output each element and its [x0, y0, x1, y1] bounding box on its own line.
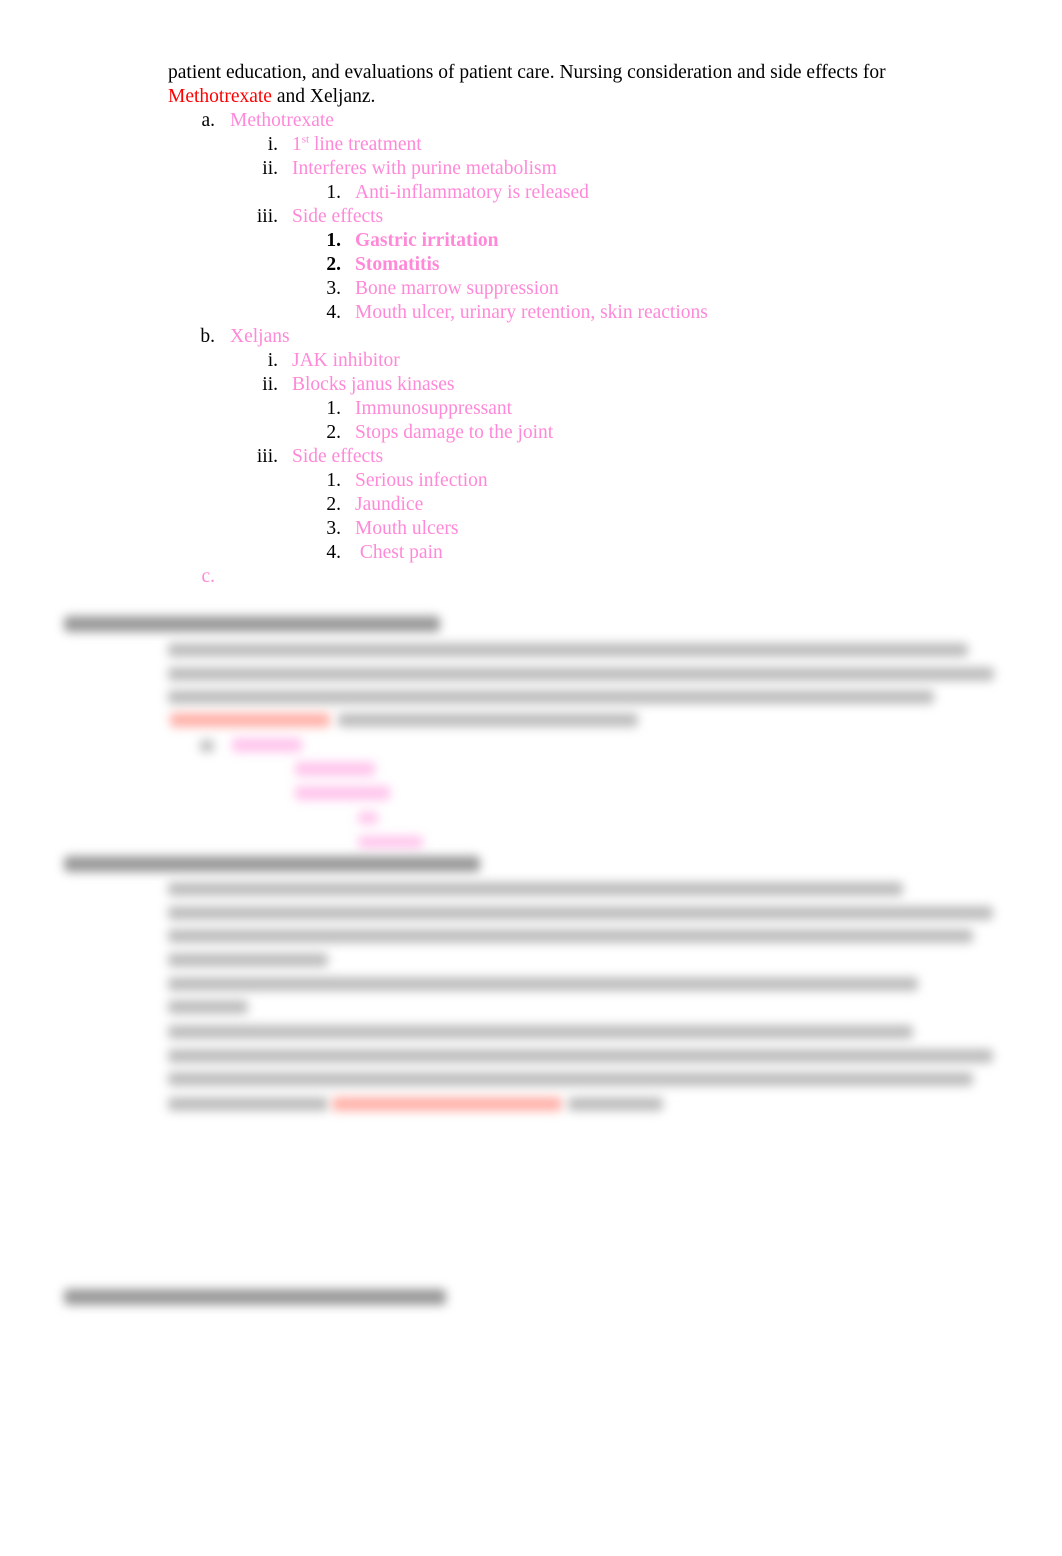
list-marker: i.	[267, 350, 278, 371]
list-item: 3. Bone marrow suppression	[0, 277, 1062, 301]
list-marker: a.	[201, 110, 215, 131]
intro-line-2: and Xeljanz.	[271, 85, 376, 107]
list-item: iii. Side effects	[0, 205, 1062, 229]
list-marker: 1.	[326, 398, 341, 419]
list-marker: iii.	[256, 206, 278, 227]
list-item: iii. Side effects	[0, 445, 1062, 469]
methotrexate-highlight: Methotrexate	[168, 85, 272, 107]
list-marker: 4.	[326, 542, 341, 563]
list-marker: 2.	[326, 254, 341, 275]
list-marker: b.	[200, 326, 215, 347]
list-item: b. Xeljans	[0, 325, 1062, 349]
list-item: i. JAK inhibitor	[0, 349, 1062, 373]
list-item: 1. Serious infection	[0, 469, 1062, 493]
list-text: Xeljans	[230, 326, 290, 347]
list-text-part: 1	[292, 134, 302, 155]
list-marker: 4.	[326, 302, 341, 323]
list-text: Methotrexate	[230, 110, 334, 131]
list-marker: 1.	[326, 182, 341, 203]
list-item: 4. Chest pain	[0, 541, 1062, 565]
list-marker: 2.	[326, 422, 341, 443]
outline-list: a. Methotrexate i. 1st line treatment ii. Int…	[0, 109, 1062, 589]
list-text: Anti-inflammatory is released	[355, 182, 589, 203]
list-item: i. 1st line treatment	[0, 133, 1062, 157]
list-text: Jaundice	[355, 494, 424, 515]
list-text: Stomatitis	[355, 254, 440, 275]
list-marker: 1.	[326, 470, 341, 491]
list-item: 1. Gastric irritation	[0, 229, 1062, 253]
list-marker: 1.	[326, 230, 341, 251]
list-text: Interferes with purine metabolism	[292, 158, 557, 179]
list-text: Mouth ulcers	[355, 518, 459, 539]
list-text: Side effects	[292, 206, 384, 227]
list-text: Mouth ulcer, urinary retention, skin rea…	[355, 302, 708, 323]
list-item: a. Methotrexate	[0, 109, 1062, 133]
list-text: Bone marrow suppression	[355, 278, 559, 299]
list-marker: ii.	[262, 158, 278, 179]
list-marker: 3.	[326, 278, 341, 299]
list-item: 2. Stops damage to the joint	[0, 421, 1062, 445]
list-marker: 2.	[326, 494, 341, 515]
list-text-part: line treatment	[309, 134, 422, 155]
list-marker: iii.	[256, 446, 278, 467]
list-marker: ii.	[262, 374, 278, 395]
list-item: 1. Anti-inflammatory is released	[0, 181, 1062, 205]
superscript: st	[301, 133, 310, 146]
list-item: c.	[0, 565, 1062, 589]
list-item: ii. Interferes with purine metabolism	[0, 157, 1062, 181]
list-item: 2. Jaundice	[0, 493, 1062, 517]
list-text: 1st line treatment	[292, 133, 422, 157]
list-marker: 3.	[326, 518, 341, 539]
list-text: Gastric irritation	[355, 230, 499, 251]
list-item: 1. Immunosuppressant	[0, 397, 1062, 421]
list-text: Side effects	[292, 446, 384, 467]
intro-paragraph: patient education, and evaluations of pa…	[168, 61, 968, 108]
list-text: Serious infection	[355, 470, 488, 491]
list-text: Chest pain	[355, 542, 443, 563]
list-item: 3. Mouth ulcers	[0, 517, 1062, 541]
list-text: Blocks janus kinases	[292, 374, 455, 395]
list-item: 4. Mouth ulcer, urinary retention, skin r…	[0, 301, 1062, 325]
list-text: Immunosuppressant	[355, 398, 513, 419]
list-text: JAK inhibitor	[292, 350, 400, 371]
list-marker: i.	[267, 134, 278, 155]
list-text: Stops damage to the joint	[355, 422, 554, 443]
intro-line-1: patient education, and evaluations of pa…	[168, 62, 886, 83]
list-marker: c.	[201, 566, 215, 587]
list-item: 2. Stomatitis	[0, 253, 1062, 277]
list-item: ii. Blocks janus kinases	[0, 373, 1062, 397]
